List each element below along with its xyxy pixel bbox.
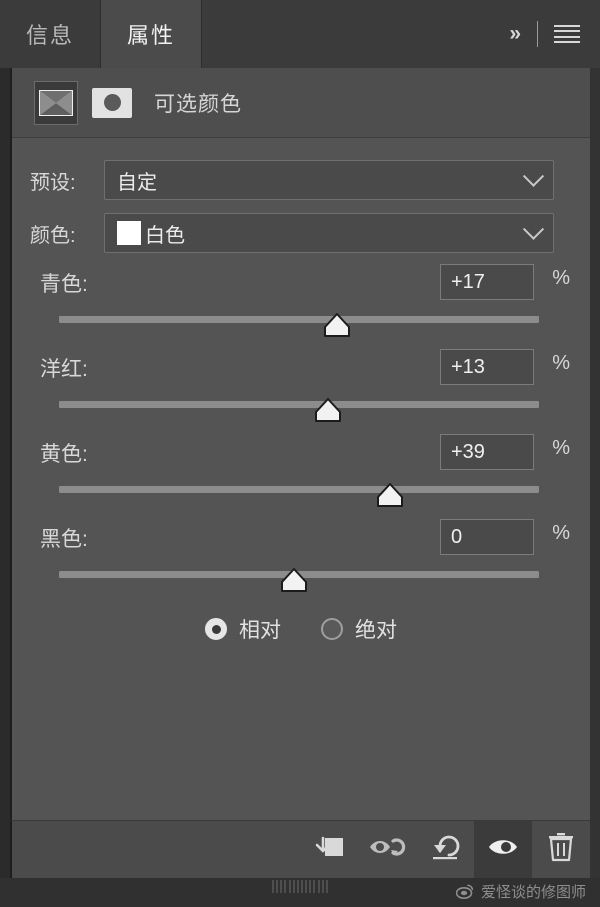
tab-info[interactable]: 信息 xyxy=(0,0,102,68)
panel-footer: 爱怪谈的修图师 xyxy=(0,878,600,907)
colors-label: 颜色: xyxy=(30,224,76,247)
view-previous-state-button[interactable] xyxy=(358,821,416,878)
weibo-icon xyxy=(455,884,474,899)
yellow-value-input[interactable]: +39 xyxy=(440,434,534,470)
photoshop-properties-panel: 信息 属性 » 可选颜色 预设: 自定 颜色: 白色 青色: +17 % 洋红:… xyxy=(0,0,600,907)
chevron-down-icon xyxy=(522,165,545,187)
cyan-unit: % xyxy=(552,267,570,289)
adjustment-header: 可选颜色 xyxy=(12,68,590,138)
radio-absolute-dot xyxy=(321,618,343,640)
magenta-slider-thumb[interactable] xyxy=(313,397,343,423)
preset-label: 预设: xyxy=(30,171,76,194)
visibility-button[interactable] xyxy=(474,821,532,878)
watermark: 爱怪谈的修图师 xyxy=(455,881,586,902)
tab-info-label: 信息 xyxy=(26,23,75,48)
yellow-slider-track[interactable] xyxy=(59,486,539,493)
magenta-label: 洋红: xyxy=(40,358,88,381)
panel-bottom-toolbar xyxy=(10,820,590,878)
selective-color-icon[interactable] xyxy=(34,80,78,125)
view-previous-state-icon xyxy=(368,834,406,865)
slider-row-yellow: 黄色: +39 % xyxy=(12,434,590,518)
tab-bar-filler xyxy=(202,0,506,68)
panel-left-edge xyxy=(0,68,10,878)
colors-row: 颜色: 白色 xyxy=(12,211,590,255)
reset-button[interactable] xyxy=(416,821,474,878)
properties-panel-body: 可选颜色 预设: 自定 颜色: 白色 青色: +17 % 洋红: +13 % 黄… xyxy=(10,68,590,820)
panel-tab-bar: 信息 属性 » xyxy=(0,0,600,68)
magenta-unit: % xyxy=(552,352,570,374)
black-value-input[interactable]: 0 xyxy=(440,519,534,555)
mask-dot-shape xyxy=(103,94,121,111)
radio-relative-label: 相对 xyxy=(239,619,281,642)
magenta-slider-track[interactable] xyxy=(59,401,539,408)
magenta-value-input[interactable]: +13 xyxy=(440,349,534,385)
toolbar-divider xyxy=(537,21,538,47)
yellow-label: 黄色: xyxy=(40,443,88,466)
delete-button[interactable] xyxy=(532,821,590,878)
preset-row: 预设: 自定 xyxy=(12,158,590,202)
adjustment-title: 可选颜色 xyxy=(154,92,242,116)
preset-value: 自定 xyxy=(117,171,157,194)
radio-relative-dot xyxy=(205,618,227,640)
cyan-value-input[interactable]: +17 xyxy=(440,264,534,300)
clip-to-layer-icon xyxy=(311,834,347,865)
radio-absolute[interactable]: 绝对 xyxy=(321,614,397,644)
radio-relative[interactable]: 相对 xyxy=(205,614,281,644)
cyan-label: 青色: xyxy=(40,273,88,296)
visibility-eye-icon xyxy=(487,836,519,863)
panel-header-tools: » xyxy=(505,0,600,68)
black-unit: % xyxy=(552,522,570,544)
yellow-unit: % xyxy=(552,437,570,459)
slider-row-cyan: 青色: +17 % xyxy=(12,264,590,348)
hamburger-menu-icon[interactable] xyxy=(552,21,582,47)
tab-properties[interactable]: 属性 xyxy=(101,0,203,68)
color-swatch xyxy=(117,221,141,245)
colors-dropdown[interactable]: 白色 xyxy=(104,213,554,253)
tab-properties-label: 属性 xyxy=(127,23,176,48)
preset-dropdown[interactable]: 自定 xyxy=(104,160,554,200)
radio-absolute-label: 绝对 xyxy=(355,619,397,642)
cyan-slider-thumb[interactable] xyxy=(322,312,352,338)
resize-grip[interactable] xyxy=(272,880,328,893)
slider-row-magenta: 洋红: +13 % xyxy=(12,349,590,433)
method-radio-group: 相对 绝对 xyxy=(12,614,590,644)
delete-icon xyxy=(548,832,574,867)
clip-to-layer-button[interactable] xyxy=(300,821,358,878)
chevron-down-icon xyxy=(522,218,545,240)
layer-mask-thumbnail[interactable] xyxy=(92,87,132,118)
yellow-slider-thumb[interactable] xyxy=(375,482,405,508)
reset-icon xyxy=(429,833,461,866)
colors-value: 白色 xyxy=(145,224,185,247)
black-slider-thumb[interactable] xyxy=(279,567,309,593)
black-label: 黑色: xyxy=(40,528,88,551)
watermark-text: 爱怪谈的修图师 xyxy=(480,884,586,901)
chevron-double-right-icon[interactable]: » xyxy=(505,16,523,52)
slider-row-black: 黑色: 0 % xyxy=(12,519,590,603)
cyan-slider-track[interactable] xyxy=(59,316,539,323)
